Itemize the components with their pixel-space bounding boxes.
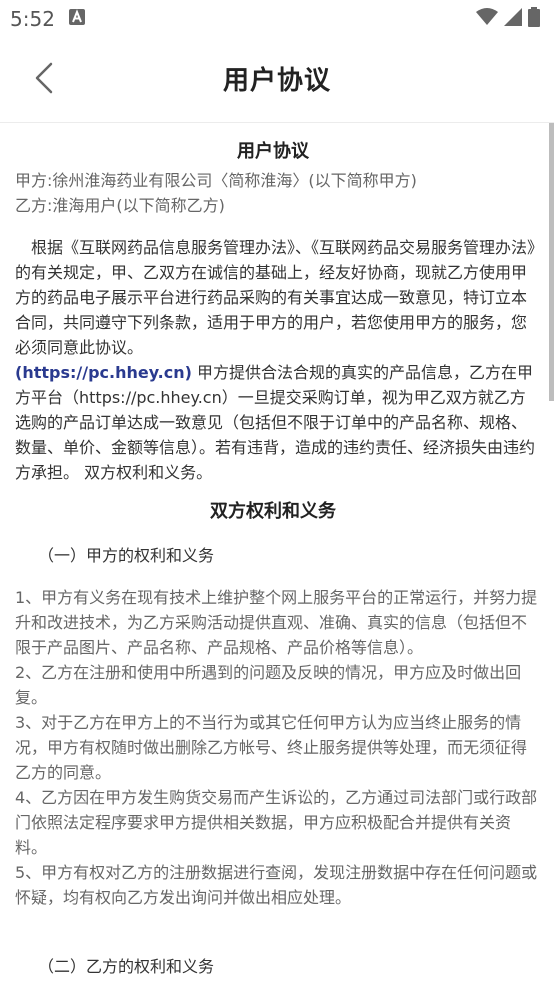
list-item: 1、甲方有义务在现有技术上维护整个网上服务平台的正常运行，并努力提升和改进技术，…: [15, 588, 538, 657]
notification-a-icon: [68, 9, 85, 29]
status-time: 5:52: [10, 7, 55, 31]
app-bar: 用户协议: [0, 38, 554, 123]
party-b: 乙方:淮海用户(以下简称乙方): [15, 196, 225, 215]
section-title: 双方权利和义务: [210, 501, 336, 522]
signal-icon: [504, 8, 522, 30]
list-item: 3、对于乙方在甲方上的不当行为或其它任何甲方认为应当终止服务的情况，甲方有权随时…: [15, 713, 528, 782]
subsection-b-title: （二）乙方的权利和义务: [38, 957, 215, 976]
status-bar: 5:52: [0, 0, 554, 38]
wifi-icon: [476, 8, 498, 30]
site-link[interactable]: (https://pc.hhey.cn): [15, 363, 192, 382]
list-item: 5、甲方有权对乙方的注册数据进行查阅，发现注册数据中存在任何问题或怀疑，均有权向…: [15, 863, 538, 907]
subsection-a-title: （一）甲方的权利和义务: [38, 546, 215, 565]
items-a-list: 1、甲方有义务在现有技术上维护整个网上服务平台的正常运行，并努力提升和改进技术，…: [15, 585, 540, 910]
page-title: 用户协议: [222, 66, 331, 96]
list-item: 4、乙方因在甲方发生购货交易而产生诉讼的，乙方通过司法部门或行政部门依照法定程序…: [15, 788, 538, 857]
agreement-content[interactable]: 用户协议 甲方:徐州淮海药业有限公司〈简称淮海〉(以下简称甲方) 乙方:淮海用户…: [0, 123, 546, 984]
party-a: 甲方:徐州淮海药业有限公司〈简称淮海〉(以下简称甲方): [15, 171, 417, 190]
scrollbar[interactable]: [549, 123, 554, 401]
intro-paragraph: 根据《互联网药品信息服务管理办法》、《互联网药品交易服务管理办法》的有关规定，甲…: [15, 235, 540, 485]
battery-icon: [528, 7, 540, 31]
list-item: 2、乙方在注册和使用中所遇到的问题及反映的情况，甲方应及时做出回复。: [15, 663, 522, 707]
doc-title: 用户协议: [237, 141, 309, 162]
intro-text: 根据《互联网药品信息服务管理办法》、《互联网药品交易服务管理办法》的有关规定，甲…: [15, 238, 536, 357]
